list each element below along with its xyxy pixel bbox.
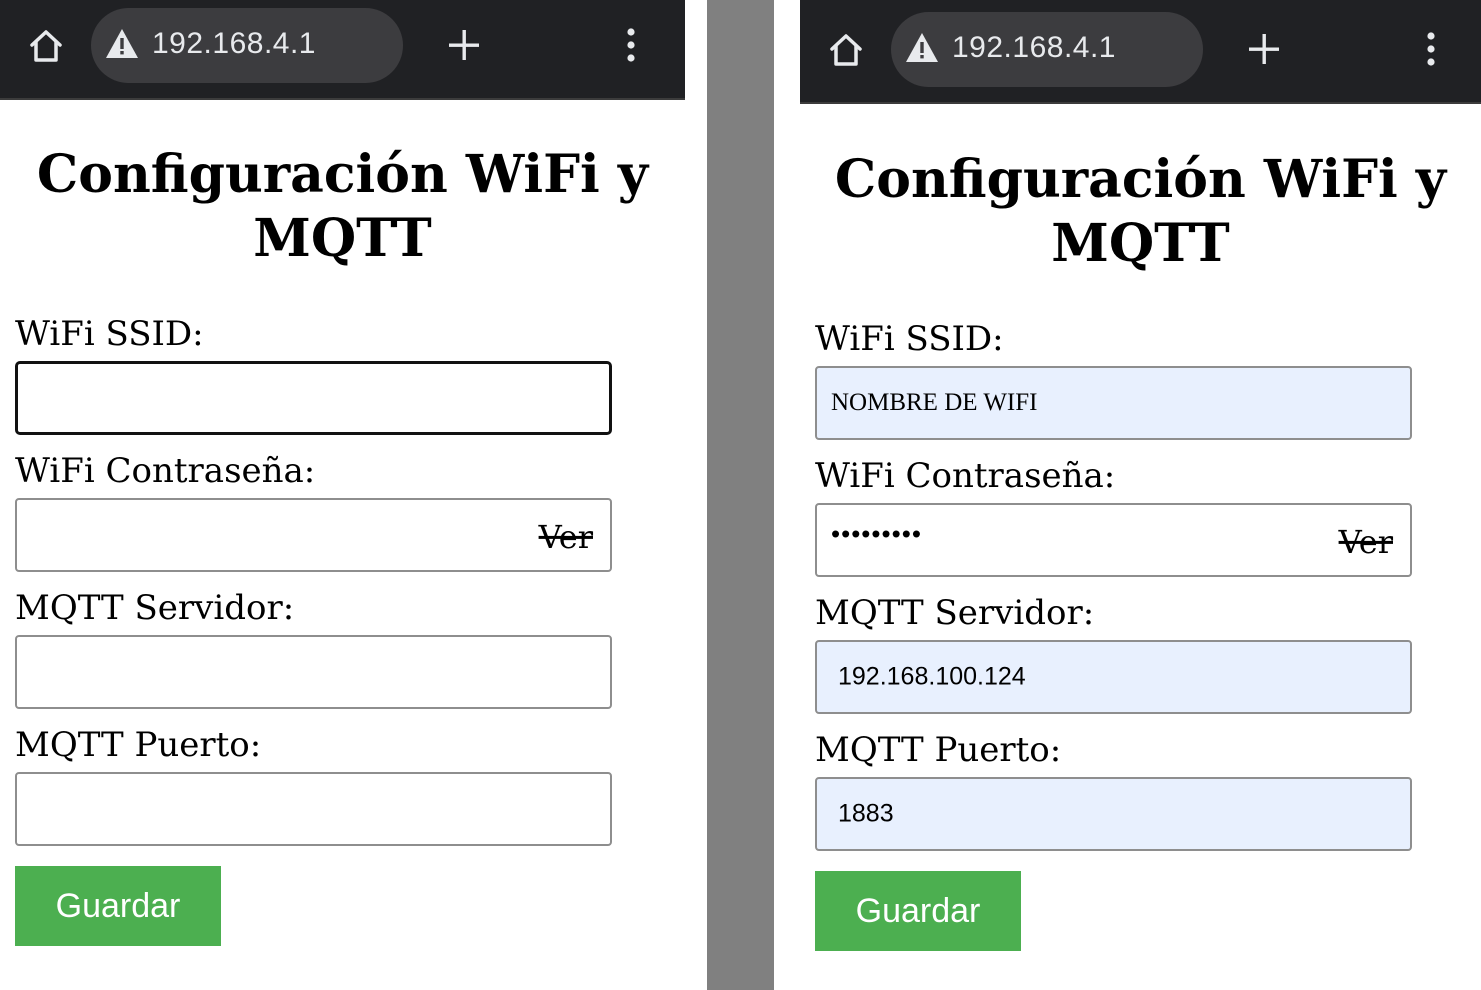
right-screenshot-panel: 192.168.4.1 Configuración WiFi y MQTT Wi… (800, 0, 1481, 990)
new-tab-plus-icon[interactable] (1247, 32, 1281, 66)
mqtt-server-label: MQTT Servidor: (15, 588, 295, 628)
password-input[interactable]: ••••••••• Ver (815, 503, 1412, 577)
mqtt-port-label: MQTT Puerto: (815, 730, 1062, 770)
page-title: Configuración WiFi y MQTT (834, 149, 1447, 274)
address-bar[interactable]: 192.168.4.1 (891, 12, 1203, 87)
password-label: WiFi Contraseña: (15, 451, 316, 491)
mqtt-server-label: MQTT Servidor: (815, 593, 1095, 633)
url-text: 192.168.4.1 (152, 27, 316, 60)
ssid-label: WiFi SSID: (15, 314, 204, 354)
mqtt-server-input[interactable]: 192.168.100.124 (815, 640, 1412, 714)
home-icon[interactable] (826, 30, 866, 70)
mqtt-port-input[interactable] (15, 772, 612, 846)
home-icon[interactable] (26, 26, 66, 66)
panel-gap (685, 0, 707, 990)
password-input[interactable]: Ver (15, 498, 612, 572)
warning-triangle-icon[interactable] (105, 28, 139, 60)
browser-toolbar: 192.168.4.1 (800, 0, 1481, 104)
ssid-label: WiFi SSID: (815, 319, 1004, 359)
left-screenshot-panel: 192.168.4.1 Configuración WiFi y MQTT Wi… (0, 0, 685, 990)
save-button[interactable]: Guardar (15, 866, 221, 946)
mqtt-server-input[interactable] (15, 635, 612, 709)
ssid-input[interactable] (15, 361, 612, 435)
mqtt-port-value: 1883 (838, 799, 894, 828)
ssid-value: NOMBRE DE WIFI (831, 389, 1038, 416)
panel-divider (707, 0, 774, 990)
password-value: ••••••••• (831, 518, 922, 549)
new-tab-plus-icon[interactable] (447, 28, 481, 62)
panel-gap (774, 0, 800, 990)
url-text: 192.168.4.1 (952, 31, 1116, 64)
mqtt-port-input[interactable]: 1883 (815, 777, 1412, 851)
more-vertical-icon[interactable] (620, 26, 642, 66)
address-bar[interactable]: 192.168.4.1 (91, 8, 403, 83)
password-label: WiFi Contraseña: (815, 456, 1116, 496)
mqtt-port-label: MQTT Puerto: (15, 725, 262, 765)
show-password-toggle[interactable]: Ver (1339, 523, 1393, 561)
warning-triangle-icon[interactable] (905, 32, 939, 64)
mqtt-server-value: 192.168.100.124 (838, 662, 1026, 691)
page-title: Configuración WiFi y MQTT (36, 144, 649, 269)
more-vertical-icon[interactable] (1420, 30, 1442, 70)
ssid-input[interactable]: NOMBRE DE WIFI (815, 366, 1412, 440)
browser-toolbar: 192.168.4.1 (0, 0, 685, 100)
save-button[interactable]: Guardar (815, 871, 1021, 951)
show-password-toggle[interactable]: Ver (539, 518, 593, 556)
